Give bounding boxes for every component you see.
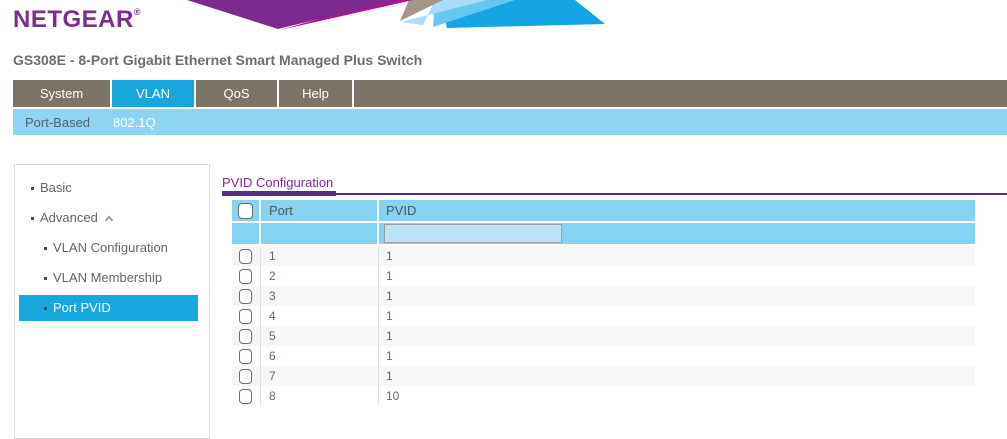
bullet-icon bbox=[31, 217, 34, 220]
row-checkbox[interactable] bbox=[239, 269, 252, 284]
select-all-checkbox[interactable] bbox=[238, 203, 253, 219]
port-cell: 7 bbox=[261, 366, 379, 386]
registered-mark: ® bbox=[134, 7, 141, 17]
bullet-icon bbox=[31, 187, 34, 190]
pvid-cell: 1 bbox=[379, 246, 975, 266]
sidebar-item-basic[interactable]: Basic bbox=[15, 173, 209, 203]
row-checkbox[interactable] bbox=[239, 369, 252, 384]
row-checkbox[interactable] bbox=[239, 389, 252, 404]
tab-system[interactable]: System bbox=[13, 80, 110, 107]
port-cell: 3 bbox=[261, 286, 379, 306]
row-checkbox[interactable] bbox=[239, 249, 252, 264]
table-row: 5 1 bbox=[232, 326, 975, 346]
nav-filler bbox=[354, 80, 1007, 107]
page: NETGEAR® GS308E - 8-Port Gigabit Etherne… bbox=[0, 0, 1007, 439]
column-header-port: Port bbox=[261, 200, 379, 221]
sidebar-item-vlan-membership[interactable]: VLAN Membership bbox=[15, 263, 209, 293]
port-cell: 4 bbox=[261, 306, 379, 326]
tab-help[interactable]: Help bbox=[279, 80, 352, 107]
sidebar: Basic Advanced VLAN Configuration VLAN M… bbox=[14, 164, 210, 439]
port-cell: 5 bbox=[261, 326, 379, 346]
heading-rule bbox=[222, 193, 1007, 195]
table-row: 1 1 bbox=[232, 246, 975, 266]
table-header-row: Port PVID bbox=[232, 200, 975, 223]
bullet-icon bbox=[44, 277, 47, 280]
table-row: 2 1 bbox=[232, 266, 975, 286]
port-cell: 1 bbox=[261, 246, 379, 266]
table-row: 7 1 bbox=[232, 366, 975, 386]
table-row: 8 10 bbox=[232, 386, 975, 406]
heading-underline bbox=[222, 191, 336, 196]
sidebar-item-vlan-configuration[interactable]: VLAN Configuration bbox=[15, 233, 209, 263]
pvid-table: Port PVID 1 1 2 1 3 1 4 1 bbox=[232, 200, 975, 406]
table-row: 3 1 bbox=[232, 286, 975, 306]
bullet-icon bbox=[44, 307, 47, 310]
pvid-filter-input[interactable] bbox=[384, 224, 562, 243]
pvid-cell: 1 bbox=[379, 346, 975, 366]
subnav-item-8021q[interactable]: 802.1Q bbox=[102, 115, 167, 130]
port-cell: 8 bbox=[261, 386, 379, 406]
netgear-logo: NETGEAR® bbox=[13, 6, 141, 34]
product-title: GS308E - 8-Port Gigabit Ethernet Smart M… bbox=[13, 52, 422, 68]
pvid-cell: 1 bbox=[379, 326, 975, 346]
row-checkbox[interactable] bbox=[239, 349, 252, 364]
pvid-cell: 1 bbox=[379, 306, 975, 326]
column-header-pvid: PVID bbox=[379, 200, 975, 221]
pvid-cell: 1 bbox=[379, 366, 975, 386]
row-checkbox[interactable] bbox=[239, 329, 252, 344]
table-row: 4 1 bbox=[232, 306, 975, 326]
table-row: 6 1 bbox=[232, 346, 975, 366]
main-nav: System VLAN QoS Help bbox=[13, 80, 1007, 107]
tab-vlan[interactable]: VLAN bbox=[112, 80, 194, 107]
table-filter-row bbox=[232, 223, 975, 246]
sidebar-item-port-pvid[interactable]: Port PVID bbox=[19, 295, 198, 321]
page-title: PVID Configuration bbox=[222, 175, 333, 190]
sidebar-item-advanced[interactable]: Advanced bbox=[15, 203, 209, 233]
row-checkbox[interactable] bbox=[239, 289, 252, 304]
port-cell: 6 bbox=[261, 346, 379, 366]
port-cell: 2 bbox=[261, 266, 379, 286]
row-checkbox[interactable] bbox=[239, 309, 252, 324]
sub-nav: Port-Based 802.1Q bbox=[13, 109, 1007, 135]
bullet-icon bbox=[44, 247, 47, 250]
pvid-cell: 1 bbox=[379, 286, 975, 306]
chevron-up-icon bbox=[105, 216, 113, 224]
tab-qos[interactable]: QoS bbox=[196, 80, 277, 107]
pvid-cell: 10 bbox=[379, 386, 975, 406]
subnav-item-port-based[interactable]: Port-Based bbox=[13, 115, 102, 130]
banner-graphic bbox=[185, 0, 610, 30]
pvid-cell: 1 bbox=[379, 266, 975, 286]
